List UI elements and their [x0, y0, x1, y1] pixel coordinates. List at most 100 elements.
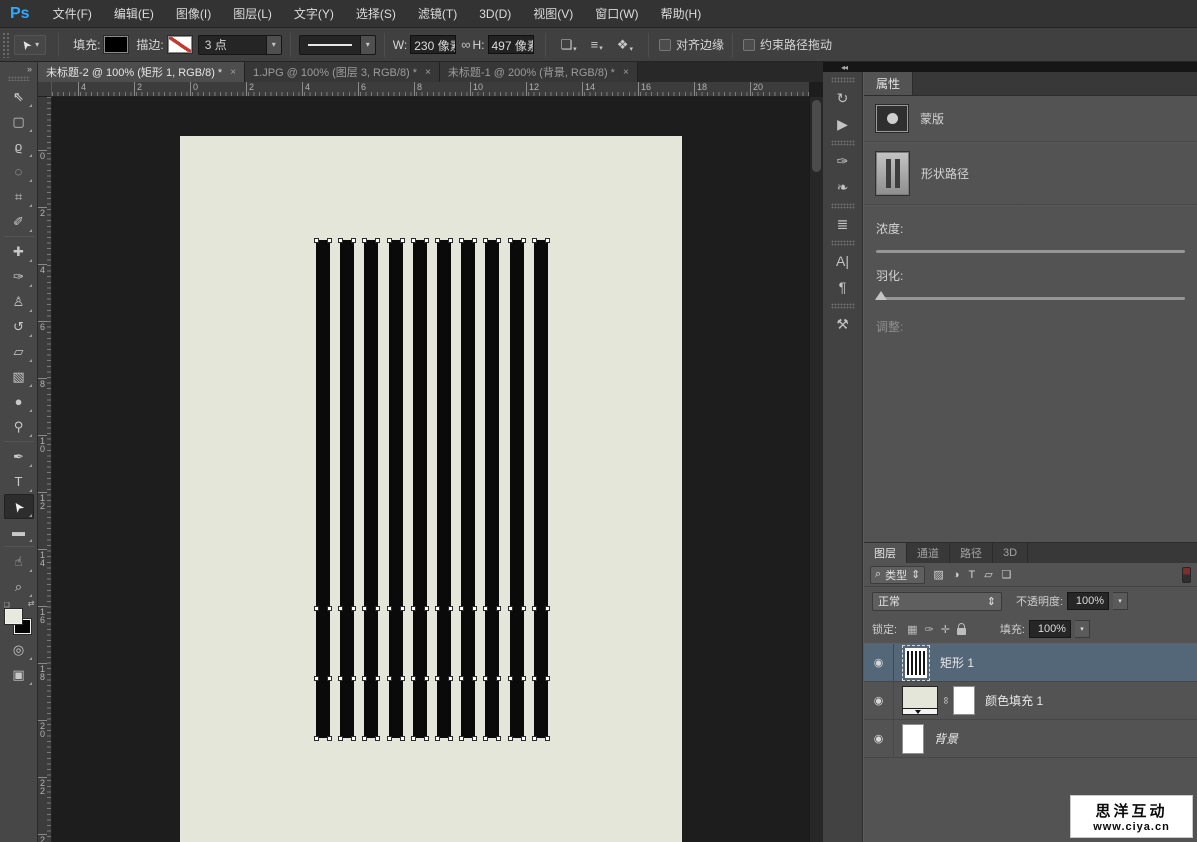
menubar-item[interactable]: 文字(Y)	[283, 0, 345, 28]
menubar-item[interactable]: 3D(D)	[468, 0, 522, 28]
tool-quick-selection-tool[interactable]: ◌	[4, 159, 34, 184]
link-mask-icon[interactable]: ∞	[940, 697, 951, 704]
path-anchor[interactable]	[448, 736, 453, 741]
blend-mode-select[interactable]: 正常 ⇕	[872, 592, 1002, 611]
tab-properties[interactable]: 属性	[864, 72, 913, 95]
tool-move-tool[interactable]: ⇖	[4, 84, 34, 109]
tool-clone-stamp-tool[interactable]: ♙	[4, 289, 34, 314]
path-anchor[interactable]	[362, 676, 367, 681]
chevron-down-icon[interactable]: ▾	[360, 36, 375, 54]
character-panel-icon[interactable]: A|	[828, 248, 858, 274]
path-anchor[interactable]	[400, 238, 405, 243]
tool-dodge-tool[interactable]: ⚲	[4, 414, 34, 439]
path-anchor[interactable]	[532, 238, 537, 243]
chevron-down-icon[interactable]: ▾	[1075, 620, 1090, 638]
layer-visibility-toggle[interactable]: ◉	[864, 720, 894, 757]
path-anchor[interactable]	[521, 736, 526, 741]
filter-type-icon[interactable]: T	[968, 569, 975, 581]
tool-brush-tool[interactable]: ✑	[4, 264, 34, 289]
path-anchor[interactable]	[314, 676, 319, 681]
path-anchor[interactable]	[496, 736, 501, 741]
current-tool-preset[interactable]: ➤ ▾	[14, 35, 46, 55]
tool-eyedropper-tool[interactable]: ✐	[4, 209, 34, 234]
history-panel-icon[interactable]: ↻	[828, 85, 858, 111]
tool-history-brush-tool[interactable]: ↺	[4, 314, 34, 339]
path-anchor[interactable]	[508, 238, 513, 243]
filter-toggle-switch[interactable]	[1182, 567, 1191, 583]
path-anchor[interactable]	[411, 736, 416, 741]
path-anchor[interactable]	[375, 238, 380, 243]
path-anchor[interactable]	[483, 736, 488, 741]
tool-crop-tool[interactable]: ⌗	[4, 184, 34, 209]
chevron-down-icon[interactable]: ▾	[1113, 592, 1128, 610]
path-anchor[interactable]	[545, 676, 550, 681]
path-anchor[interactable]	[483, 238, 488, 243]
path-anchor[interactable]	[532, 606, 537, 611]
path-anchor[interactable]	[521, 606, 526, 611]
path-anchor[interactable]	[448, 606, 453, 611]
tab-图层[interactable]: 图层	[864, 543, 907, 563]
path-anchor[interactable]	[400, 736, 405, 741]
pixel-mask-button[interactable]	[876, 105, 908, 132]
stroke-width-select[interactable]: 3 点 ▾	[198, 35, 282, 55]
path-arrangement-button[interactable]: ❖▾	[617, 37, 633, 53]
path-anchor[interactable]	[387, 238, 392, 243]
path-anchor[interactable]	[435, 606, 440, 611]
layer-row[interactable]: ◉背景	[864, 720, 1197, 758]
default-colors-icon[interactable]: ❏	[4, 601, 10, 609]
lock-transparent-icon[interactable]: ▦	[907, 623, 917, 636]
tool-presets-panel-icon[interactable]: ✑	[828, 148, 858, 174]
tool-path-selection-tool[interactable]: ➤	[4, 494, 34, 519]
path-anchor[interactable]	[351, 676, 356, 681]
align-edges-checkbox[interactable]	[659, 39, 671, 51]
menubar-item[interactable]: 选择(S)	[345, 0, 407, 28]
path-anchor[interactable]	[496, 238, 501, 243]
stroke-swatch[interactable]	[168, 36, 192, 53]
path-anchor[interactable]	[532, 676, 537, 681]
layer-visibility-toggle[interactable]: ◉	[864, 682, 894, 719]
menubar-item[interactable]: 窗口(W)	[584, 0, 649, 28]
path-alignment-button[interactable]: ≡▾	[591, 37, 603, 52]
fill-opacity-input[interactable]: 100%	[1029, 620, 1071, 638]
close-icon[interactable]: ×	[230, 67, 236, 78]
path-anchor[interactable]	[387, 676, 392, 681]
path-anchor[interactable]	[424, 606, 429, 611]
document-tab[interactable]: 未标题-2 @ 100% (矩形 1, RGB/8) *×	[38, 62, 245, 82]
tab-路径[interactable]: 路径	[950, 543, 993, 563]
layer-visibility-toggle[interactable]: ◉	[864, 644, 894, 681]
feather-slider-thumb[interactable]	[875, 291, 887, 300]
shape-path-thumbnail[interactable]	[876, 152, 909, 195]
path-anchor[interactable]	[327, 736, 332, 741]
path-anchor[interactable]	[375, 676, 380, 681]
document-canvas[interactable]	[180, 136, 682, 842]
layer-row[interactable]: ◉∞颜色填充 1	[864, 682, 1197, 720]
path-anchor[interactable]	[472, 238, 477, 243]
toolbar-collapse-icon[interactable]: »	[0, 62, 37, 75]
menubar-item[interactable]: 编辑(E)	[103, 0, 165, 28]
tool-lasso-tool[interactable]: ϱ	[4, 134, 34, 159]
vertical-scrollbar[interactable]	[809, 97, 823, 842]
tool-zoom-tool[interactable]: ⌕	[4, 574, 34, 599]
ruler-corner[interactable]	[38, 82, 52, 97]
scrollbar-thumb[interactable]	[812, 100, 821, 172]
path-anchor[interactable]	[459, 606, 464, 611]
path-anchor[interactable]	[387, 606, 392, 611]
tab-通道[interactable]: 通道	[907, 543, 950, 563]
path-anchor[interactable]	[459, 676, 464, 681]
path-anchor[interactable]	[362, 238, 367, 243]
path-anchor[interactable]	[508, 736, 513, 741]
layer-mask-thumbnail[interactable]	[953, 686, 975, 715]
path-anchor[interactable]	[362, 736, 367, 741]
foreground-color-swatch[interactable]	[5, 609, 22, 624]
filter-type-select[interactable]: ⌕ 类型 ⇕	[870, 566, 925, 584]
tool-healing-brush-tool[interactable]: ✚	[4, 239, 34, 264]
tab-3D[interactable]: 3D	[993, 543, 1028, 563]
path-anchor[interactable]	[545, 238, 550, 243]
path-anchor[interactable]	[472, 736, 477, 741]
lock-all-icon[interactable]	[957, 628, 966, 635]
screen-mode-button[interactable]: ▣	[4, 662, 34, 687]
path-anchor[interactable]	[424, 238, 429, 243]
path-anchor[interactable]	[338, 736, 343, 741]
path-anchor[interactable]	[545, 736, 550, 741]
path-anchor[interactable]	[508, 676, 513, 681]
